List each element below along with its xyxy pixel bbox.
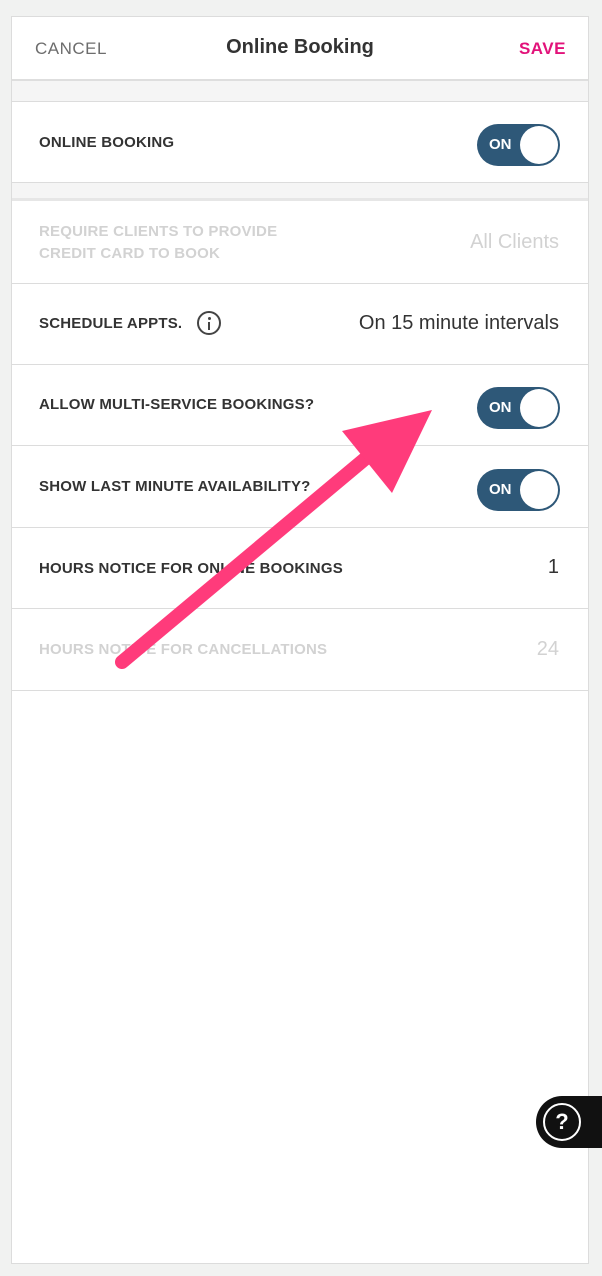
hours-notice-booking-value[interactable]: 1: [548, 556, 559, 579]
hours-notice-cancel-value[interactable]: 24: [537, 638, 559, 661]
toggle-state-label: ON: [489, 481, 512, 498]
save-button[interactable]: SAVE: [519, 39, 566, 59]
info-icon[interactable]: [197, 311, 221, 335]
online-booking-label: ONLINE BOOKING: [39, 134, 175, 151]
row-hours-notice-booking: HOURS NOTICE FOR ONLINE BOOKINGS 1: [12, 528, 588, 609]
hours-notice-cancel-label: HOURS NOTICE FOR CANCELLATIONS: [39, 641, 328, 658]
last-minute-toggle[interactable]: ON: [477, 469, 560, 511]
settings-panel: CANCEL Online Booking SAVE ONLINE BOOKIN…: [11, 16, 589, 1264]
schedule-appts-label: SCHEDULE APPTS.: [39, 315, 183, 332]
require-card-value[interactable]: All Clients: [470, 231, 559, 254]
toggle-knob: [520, 471, 558, 509]
row-schedule-appts: SCHEDULE APPTS. On 15 minute intervals: [12, 284, 588, 365]
row-hours-notice-cancel: HOURS NOTICE FOR CANCELLATIONS 24: [12, 609, 588, 691]
last-minute-label: SHOW LAST MINUTE AVAILABILITY?: [39, 478, 311, 495]
require-card-label-line2: CREDIT CARD TO BOOK: [39, 245, 221, 262]
header-bar: CANCEL Online Booking SAVE: [12, 17, 588, 81]
row-last-minute: SHOW LAST MINUTE AVAILABILITY? ON: [12, 446, 588, 528]
hours-notice-booking-label: HOURS NOTICE FOR ONLINE BOOKINGS: [39, 560, 343, 577]
help-icon: ?: [543, 1103, 581, 1141]
toggle-knob: [520, 126, 558, 164]
require-card-label-line1: REQUIRE CLIENTS TO PROVIDE: [39, 223, 278, 240]
multi-service-label: ALLOW MULTI-SERVICE BOOKINGS?: [39, 396, 315, 413]
toggle-knob: [520, 389, 558, 427]
section-divider: [12, 183, 588, 201]
row-require-card: REQUIRE CLIENTS TO PROVIDE CREDIT CARD T…: [12, 201, 588, 284]
online-booking-toggle[interactable]: ON: [477, 124, 560, 166]
require-card-label: REQUIRE CLIENTS TO PROVIDE CREDIT CARD T…: [39, 221, 277, 265]
multi-service-toggle[interactable]: ON: [477, 387, 560, 429]
toggle-state-label: ON: [489, 136, 512, 153]
page-title: Online Booking: [226, 36, 374, 58]
row-online-booking: ONLINE BOOKING ON: [12, 101, 588, 183]
schedule-appts-value[interactable]: On 15 minute intervals: [359, 312, 559, 335]
toggle-state-label: ON: [489, 399, 512, 416]
help-button[interactable]: ?: [536, 1096, 602, 1148]
row-multi-service: ALLOW MULTI-SERVICE BOOKINGS? ON: [12, 365, 588, 446]
section-divider: [12, 81, 588, 101]
